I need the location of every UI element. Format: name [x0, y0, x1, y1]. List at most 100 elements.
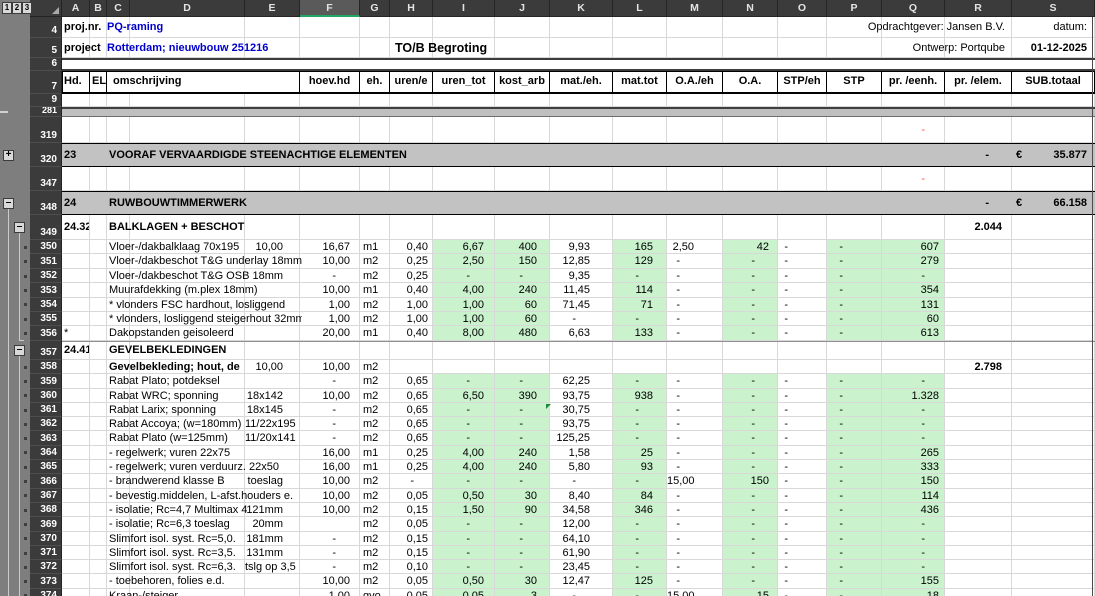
cell-I355[interactable]: 1,00	[433, 312, 495, 326]
row-header-7[interactable]: 7	[30, 71, 62, 94]
cell-G372[interactable]: m2	[360, 560, 390, 574]
row-header-368[interactable]: 368	[30, 503, 62, 517]
cell-O354[interactable]: -	[778, 298, 827, 312]
cell-K361[interactable]: 30,75	[550, 403, 613, 417]
row-header-352[interactable]: 352	[30, 269, 62, 283]
cell-G350[interactable]: m1	[360, 240, 390, 254]
column-header-N[interactable]: N	[723, 0, 778, 17]
cell-O351[interactable]: -	[778, 254, 827, 268]
cell-K374[interactable]: -	[550, 589, 613, 596]
cell-I5[interactable]	[433, 38, 495, 58]
cell-J359[interactable]: -	[495, 374, 550, 388]
cell-L368[interactable]: 346	[613, 503, 667, 517]
table-header-cell[interactable]: kost_arb	[495, 71, 550, 94]
cell-M350[interactable]: 2,50	[667, 240, 723, 254]
cell-C347[interactable]	[107, 167, 130, 191]
cell-A364[interactable]	[62, 446, 90, 460]
cell-A362[interactable]	[62, 417, 90, 431]
cell-L362[interactable]: -	[613, 417, 667, 431]
cell-L366[interactable]: -	[613, 474, 667, 488]
cell-P354[interactable]: -	[827, 298, 882, 312]
cell-R348[interactable]: -	[945, 191, 1012, 215]
cell-M356[interactable]: -	[667, 326, 723, 340]
cell-O360[interactable]: -	[778, 389, 827, 403]
cell-L353[interactable]: 114	[613, 283, 667, 297]
cell-G363[interactable]: m2	[360, 431, 390, 445]
column-header-O[interactable]: O	[778, 0, 827, 17]
cell-K319[interactable]	[550, 117, 613, 143]
cell-A372[interactable]	[62, 560, 90, 574]
cell-G373[interactable]: m2	[360, 574, 390, 588]
cell-Q363[interactable]: -	[882, 431, 945, 445]
cell-A355[interactable]	[62, 312, 90, 326]
cell-B355[interactable]	[90, 312, 107, 326]
row-header-369[interactable]: 369	[30, 517, 62, 531]
table-header-cell[interactable]: EL	[90, 71, 107, 94]
cell-O368[interactable]: -	[778, 503, 827, 517]
cell-L354[interactable]: 71	[613, 298, 667, 312]
cell-N373[interactable]: -	[723, 574, 778, 588]
cell-H372[interactable]: 0,10	[390, 560, 433, 574]
cell-R319[interactable]	[945, 117, 1012, 143]
column-header-M[interactable]: M	[667, 0, 723, 17]
cell-I369[interactable]: -	[433, 517, 495, 531]
cell-D362[interactable]: Rabat Accoya; (w=180mm)	[107, 417, 247, 431]
cell-R351[interactable]	[945, 254, 1012, 268]
cell-D360[interactable]: Rabat WRC; sponning	[107, 389, 247, 403]
cell-J369[interactable]: -	[495, 517, 550, 531]
cell-P359[interactable]: -	[827, 374, 882, 388]
cell-G360[interactable]: m2	[360, 389, 390, 403]
cell-F373[interactable]: 10,00	[300, 574, 360, 588]
cell-N372[interactable]: -	[723, 560, 778, 574]
cell-K359[interactable]: 62,25	[550, 374, 613, 388]
cell-N360[interactable]: -	[723, 389, 778, 403]
cell-F370[interactable]: -	[300, 532, 360, 546]
cell-N368[interactable]: -	[723, 503, 778, 517]
cell-J352[interactable]: -	[495, 269, 550, 283]
cell-M372[interactable]: -	[667, 560, 723, 574]
cell-E363[interactable]: 11/20x141	[245, 431, 300, 445]
cell-K358[interactable]	[550, 360, 613, 375]
cell-B365[interactable]	[90, 460, 107, 474]
cell-D368[interactable]: - isolatie; Rc=4,7 Multimax 4	[107, 503, 247, 517]
cell-K370[interactable]: 64,10	[550, 532, 613, 546]
cell-Q373[interactable]: 155	[882, 574, 945, 588]
cell-H347[interactable]	[390, 167, 433, 191]
cell-K364[interactable]: 1,58	[550, 446, 613, 460]
cell-L363[interactable]: -	[613, 431, 667, 445]
cell-M374[interactable]: 15,00	[667, 589, 723, 596]
cell-E370[interactable]: 181mm	[245, 532, 300, 546]
collapse-group-button[interactable]: –	[3, 198, 14, 209]
cell-P366[interactable]: -	[827, 474, 882, 488]
cell-R4[interactable]	[945, 17, 1012, 38]
cell-R353[interactable]	[945, 283, 1012, 297]
cell-J361[interactable]: -	[495, 403, 550, 417]
cell-P363[interactable]: -	[827, 431, 882, 445]
cell-N371[interactable]: -	[723, 546, 778, 560]
cell-S359[interactable]	[1012, 374, 1095, 388]
cell-M369[interactable]: -	[667, 517, 723, 531]
cell-A351[interactable]	[62, 254, 90, 268]
cell-A370[interactable]	[62, 532, 90, 546]
cell-B352[interactable]	[90, 269, 107, 283]
cell-A373[interactable]	[62, 574, 90, 588]
cell-F366[interactable]: 10,00	[300, 474, 360, 488]
cell-H319[interactable]	[390, 117, 433, 143]
table-header-cell[interactable]: mat.tot	[613, 71, 667, 94]
cell-B4[interactable]	[90, 17, 107, 38]
cell-R371[interactable]	[945, 546, 1012, 560]
cell-B358[interactable]	[90, 360, 107, 375]
cell-L361[interactable]: -	[613, 403, 667, 417]
collapse-group-button[interactable]: –	[14, 222, 25, 233]
cell-O365[interactable]: -	[778, 460, 827, 474]
cell-B371[interactable]	[90, 546, 107, 560]
cell-E371[interactable]: 131mm	[245, 546, 300, 560]
row-header-347[interactable]: 347	[30, 167, 62, 191]
cell-K371[interactable]: 61,90	[550, 546, 613, 560]
cell-R359[interactable]	[945, 374, 1012, 388]
cell-L5[interactable]	[613, 38, 667, 58]
cell-Q360[interactable]: 1.328	[882, 389, 945, 403]
cell-L355[interactable]: -	[613, 312, 667, 326]
cell-R372[interactable]	[945, 560, 1012, 574]
cell-I356[interactable]: 8,00	[433, 326, 495, 340]
